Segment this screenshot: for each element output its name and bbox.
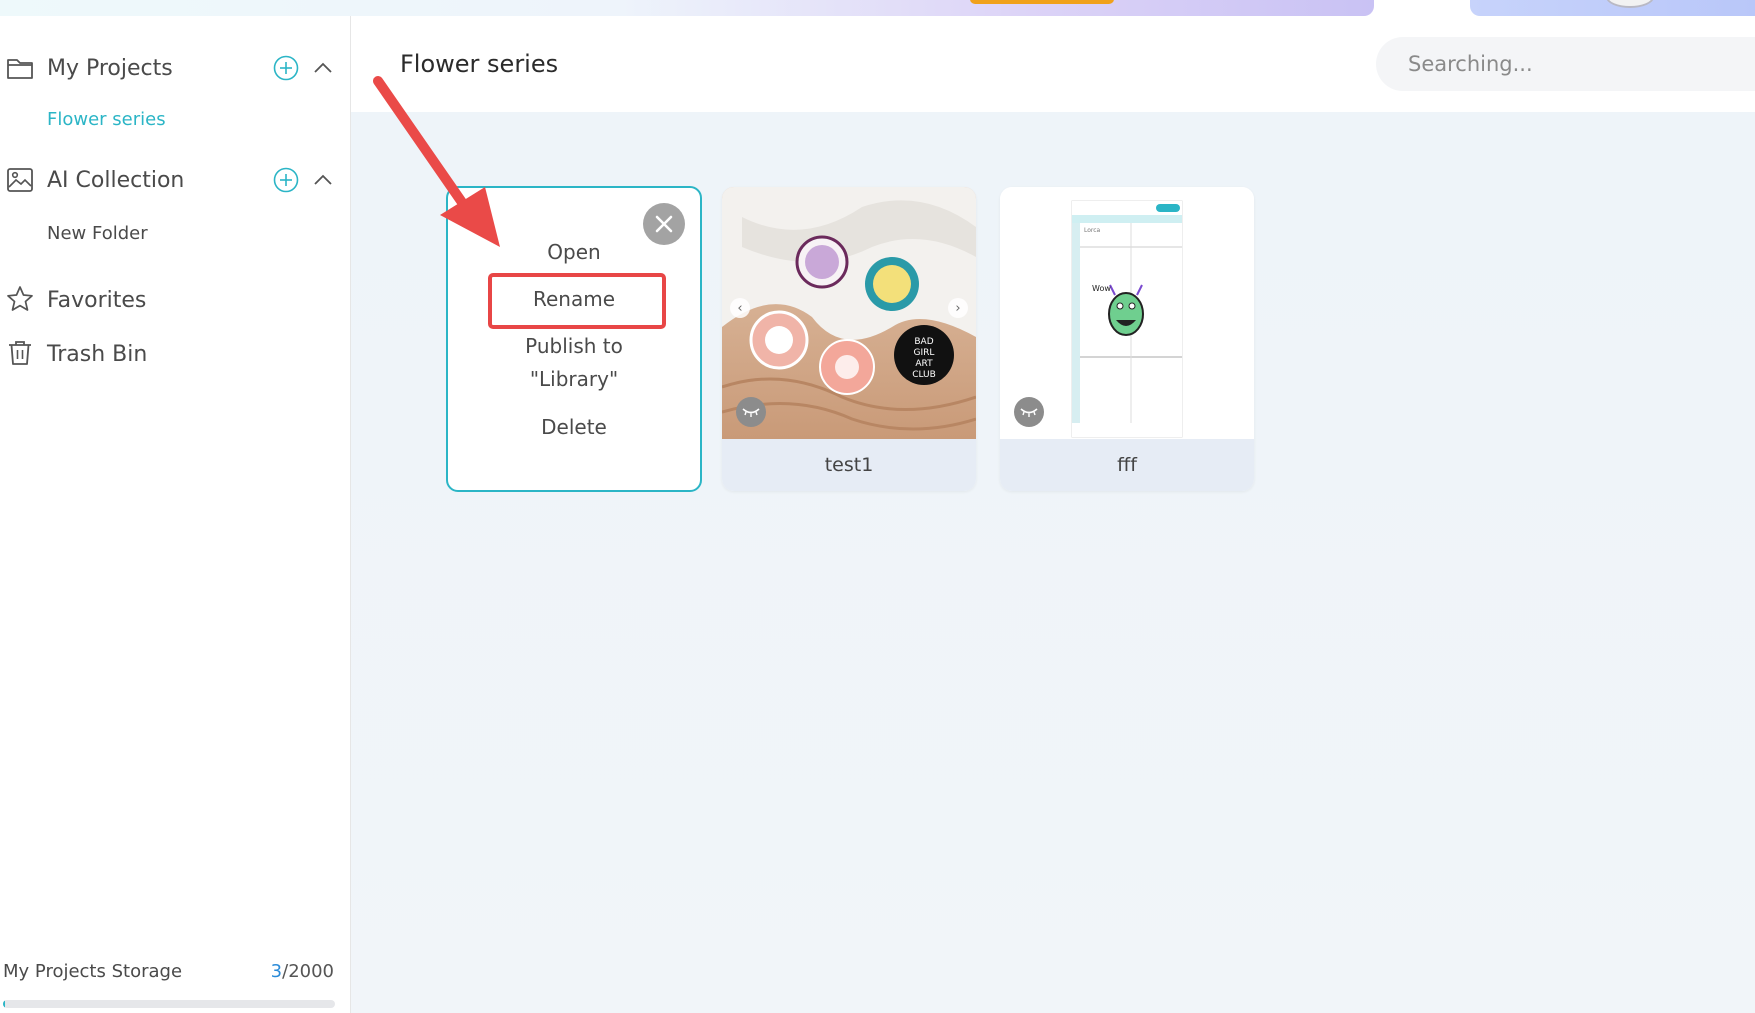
chevron-right-icon[interactable]: ›: [948, 298, 968, 318]
close-icon: [655, 215, 673, 233]
menu-item-delete[interactable]: Delete: [446, 415, 702, 439]
image-icon: [7, 168, 33, 192]
sidebar-subitem-new-folder[interactable]: New Folder: [47, 223, 148, 244]
project-card[interactable]: Lorca Wow fff: [1000, 187, 1254, 491]
menu-item-publish[interactable]: Publish to: [446, 334, 702, 358]
canvas-tab-text: Lorca: [1084, 227, 1101, 234]
sidebar-item-label: Trash Bin: [47, 341, 148, 367]
folder-icon: [7, 59, 33, 79]
canvas-doodle-text: Wow: [1092, 284, 1111, 293]
sidebar: My Projects Flower series AI Collection …: [0, 16, 351, 1013]
storage-total: /2000: [282, 961, 334, 982]
storage-count: 3/2000: [271, 961, 334, 982]
chevron-up-icon[interactable]: [312, 169, 334, 191]
sidebar-subitem-flower-series[interactable]: Flower series: [47, 109, 166, 130]
close-menu-button[interactable]: [643, 203, 685, 245]
storage-progress-bar: [3, 1000, 335, 1008]
project-name: test1: [722, 439, 976, 491]
menu-item-open[interactable]: Open: [446, 240, 702, 264]
pin-text: BAD: [914, 337, 933, 347]
add-folder-icon[interactable]: [273, 167, 299, 193]
add-folder-icon[interactable]: [273, 55, 299, 81]
hidden-eye-icon[interactable]: [736, 397, 766, 427]
chevron-up-icon[interactable]: [312, 57, 334, 79]
rename-highlight-box: [488, 273, 666, 329]
chevron-left-icon[interactable]: ‹: [730, 298, 750, 318]
pin-text: ART: [915, 359, 933, 369]
storage-used: 3: [270, 961, 283, 982]
top-banner: [0, 0, 1755, 16]
page-title: Flower series: [400, 50, 559, 78]
sidebar-item-trash[interactable]: Trash Bin: [0, 334, 350, 374]
sidebar-item-label: My Projects: [47, 55, 173, 81]
star-icon: [7, 286, 33, 311]
project-card[interactable]: BAD GIRL ART CLUB ‹ › test1: [722, 187, 976, 491]
pin-text: CLUB: [912, 370, 936, 380]
sidebar-item-favorites[interactable]: Favorites: [0, 280, 350, 320]
top-banner-gradient: [0, 0, 1374, 16]
search-input[interactable]: [1376, 37, 1755, 91]
sidebar-item-my-projects[interactable]: My Projects: [0, 48, 350, 88]
hidden-eye-icon[interactable]: [1014, 397, 1044, 427]
upgrade-pill[interactable]: [970, 0, 1114, 4]
sidebar-item-ai-collection[interactable]: AI Collection: [0, 160, 350, 200]
sidebar-item-label: AI Collection: [47, 167, 185, 193]
storage-label: My Projects Storage: [3, 961, 183, 982]
storage-progress-fill: [3, 1000, 5, 1008]
sidebar-item-label: Favorites: [47, 287, 147, 313]
trash-icon: [9, 341, 31, 365]
menu-item-publish-library[interactable]: "Library": [446, 367, 702, 391]
pin-text: GIRL: [914, 348, 935, 358]
project-name: fff: [1000, 439, 1254, 491]
